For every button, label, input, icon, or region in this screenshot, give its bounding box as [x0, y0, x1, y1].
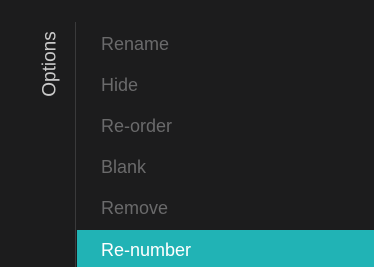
- menu-item-rename[interactable]: Rename: [77, 24, 374, 65]
- menu-item-blank[interactable]: Blank: [77, 147, 374, 188]
- menu-item-re-order[interactable]: Re-order: [77, 106, 374, 147]
- menu-item-remove[interactable]: Remove: [77, 188, 374, 229]
- options-menu-list: Rename Hide Re-order Blank Remove Re-num…: [77, 24, 374, 267]
- menu-item-hide[interactable]: Hide: [77, 65, 374, 106]
- options-menu-screen: Options Rename Hide Re-order Blank Remov…: [0, 0, 374, 267]
- options-title: Options: [39, 31, 61, 97]
- menu-divider: [75, 22, 76, 267]
- menu-item-re-number[interactable]: Re-number: [77, 230, 374, 267]
